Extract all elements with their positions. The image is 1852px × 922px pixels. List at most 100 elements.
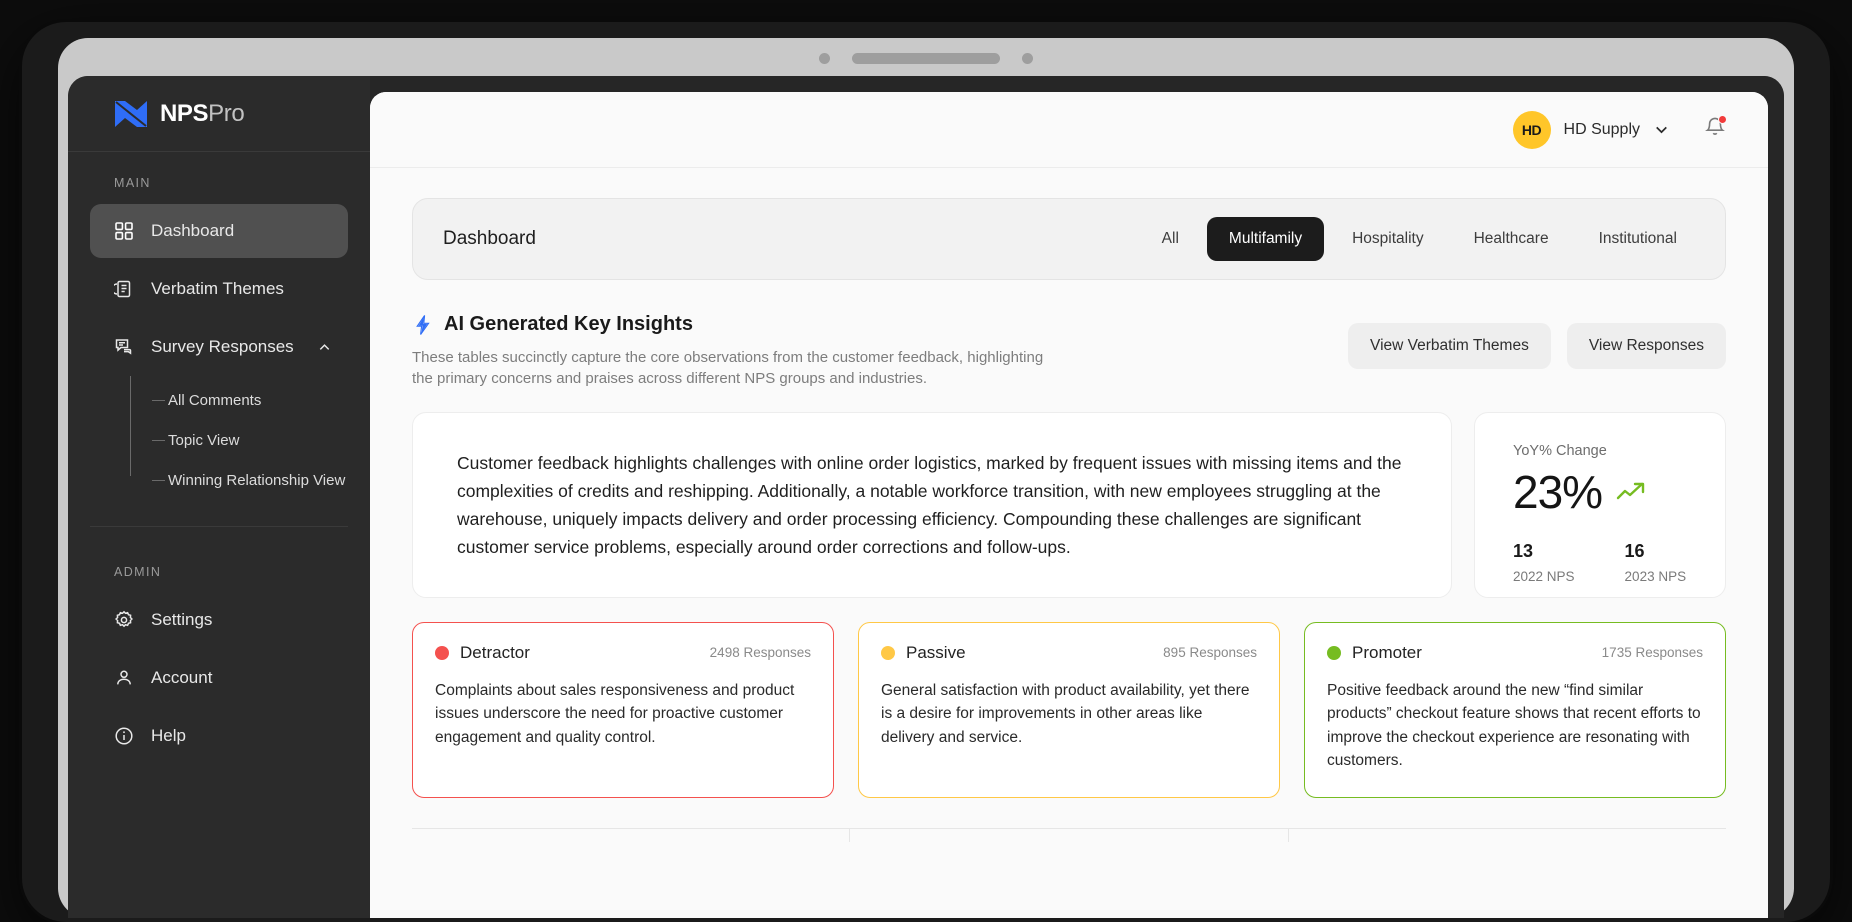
view-responses-button[interactable]: View Responses xyxy=(1566,323,1726,369)
brand-name-bold: NPS xyxy=(160,99,209,127)
nps-card-name: Detractor xyxy=(460,642,530,662)
org-switcher[interactable]: HD HD Supply xyxy=(1512,110,1670,149)
sidebar-item-label: Help xyxy=(151,726,186,745)
nps-card-text: General satisfaction with product availa… xyxy=(881,681,1250,746)
sidebar-subitem-all-comments[interactable]: All Comments xyxy=(152,380,348,420)
stat-curr-label: 2023 NPS xyxy=(1624,568,1687,584)
divider-cell xyxy=(1289,829,1726,842)
stat-value-row: 23% xyxy=(1513,465,1725,519)
nps-card-text: Positive feedback around the new “find s… xyxy=(1327,681,1701,770)
nps-card-header: Passive 895 Responses xyxy=(881,643,1257,663)
main-section-label: MAIN xyxy=(114,176,151,190)
sidebar-item-settings[interactable]: Settings xyxy=(90,593,348,647)
tab-institutional[interactable]: Institutional xyxy=(1577,217,1699,261)
page-content: Dashboard All Multifamily Hospitality He… xyxy=(370,168,1768,918)
nps-card-count: 2498 Responses xyxy=(709,645,811,661)
nps-card-header: Promoter 1735 Responses xyxy=(1327,643,1703,663)
avatar: HD xyxy=(1512,110,1551,149)
app-screen: NPSPro MAIN Dashboard Verbatim Themes Su… xyxy=(68,76,1784,918)
tab-hospitality[interactable]: Hospitality xyxy=(1330,217,1446,261)
divider-cell xyxy=(412,828,851,842)
stat-label: YoY% Change xyxy=(1513,442,1607,459)
brand-logo[interactable]: NPSPro xyxy=(68,76,370,152)
sidebar-subitem-topic-view[interactable]: Topic View xyxy=(152,420,348,460)
sidebar-item-help[interactable]: Help xyxy=(90,709,348,763)
summary-text: Customer feedback highlights challenges … xyxy=(457,452,1402,557)
promoter-status-dot xyxy=(1327,645,1341,660)
page-title: Dashboard xyxy=(443,228,536,249)
tab-multifamily[interactable]: Multifamily xyxy=(1206,217,1325,261)
notifications-button[interactable] xyxy=(1704,115,1727,143)
insights-title-row: AI Generated Key Insights xyxy=(412,313,1052,336)
nps-card-title-group: Detractor xyxy=(435,643,530,663)
nps-card-title-group: Passive xyxy=(881,643,966,663)
dashboard-tab-card: Dashboard All Multifamily Hospitality He… xyxy=(412,198,1726,280)
sidebar-item-dashboard[interactable]: Dashboard xyxy=(90,204,348,258)
yoy-stat-card: YoY% Change 23% 13 2022 NPS 16 2023 NPS xyxy=(1474,411,1726,598)
brand-text: NPSPro xyxy=(160,99,245,128)
subitem-label: Topic View xyxy=(168,431,240,449)
document-icon xyxy=(114,280,131,298)
device-top-bar xyxy=(58,38,1794,78)
insights-header-text: AI Generated Key Insights These tables s… xyxy=(412,313,1052,390)
insights-header: AI Generated Key Insights These tables s… xyxy=(412,313,1726,390)
stat-compare-row: 13 2022 NPS 16 2023 NPS xyxy=(1513,541,1725,584)
nps-card-header: Detractor 2498 Responses xyxy=(435,643,811,663)
summary-row: Customer feedback highlights challenges … xyxy=(412,411,1726,598)
topbar: HD HD Supply xyxy=(370,92,1768,168)
admin-section-label: ADMIN xyxy=(114,565,162,579)
stat-prev: 13 2022 NPS xyxy=(1513,541,1575,584)
sidebar-subitem-winning-relationship-view[interactable]: Winning Relationship View xyxy=(152,460,348,500)
grid-icon xyxy=(115,222,133,240)
sidebar: NPSPro MAIN Dashboard Verbatim Themes Su… xyxy=(68,76,370,918)
sidebar-item-label: Verbatim Themes xyxy=(151,279,284,298)
next-section-divider xyxy=(412,827,1726,842)
comments-icon xyxy=(115,339,132,355)
org-name: HD Supply xyxy=(1563,120,1640,138)
admin-nav-section: ADMIN Settings Account Help xyxy=(68,527,370,767)
detractor-status-dot xyxy=(435,645,449,660)
summary-card: Customer feedback highlights challenges … xyxy=(412,411,1452,598)
chevron-down-icon xyxy=(1656,126,1667,134)
nps-card-passive: Passive 895 Responses General satisfacti… xyxy=(858,621,1280,798)
sidebar-item-label: Dashboard xyxy=(151,221,235,240)
insights-subtitle: These tables succinctly capture the core… xyxy=(412,349,1044,388)
nps-card-name: Promoter xyxy=(1352,642,1422,662)
user-icon xyxy=(117,670,131,685)
page-surface: HD HD Supply Dashboard All Multifamily H… xyxy=(370,92,1768,918)
sidebar-item-label: Account xyxy=(151,668,213,687)
nps-card-promoter: Promoter 1735 Responses Positive feedbac… xyxy=(1304,621,1726,798)
speaker-grille xyxy=(852,52,1000,64)
nps-cards-row: Detractor 2498 Responses Complaints abou… xyxy=(412,621,1726,798)
device-bezel: NPSPro MAIN Dashboard Verbatim Themes Su… xyxy=(58,38,1794,918)
insights-title: AI Generated Key Insights xyxy=(444,313,693,335)
main-nav-section: MAIN Dashboard Verbatim Themes Survey Re… xyxy=(68,152,370,500)
info-icon xyxy=(115,727,133,745)
sidebar-item-survey-responses[interactable]: Survey Responses xyxy=(90,320,348,374)
nps-card-detractor: Detractor 2498 Responses Complaints abou… xyxy=(412,621,834,798)
sidebar-item-label: Survey Responses xyxy=(151,337,294,356)
tab-all[interactable]: All xyxy=(1140,217,1201,261)
tab-healthcare[interactable]: Healthcare xyxy=(1452,217,1571,261)
passive-status-dot xyxy=(881,645,895,660)
view-verbatim-themes-button[interactable]: View Verbatim Themes xyxy=(1348,323,1551,369)
lightning-bolt-icon xyxy=(416,314,430,335)
npspro-logo-icon xyxy=(115,100,147,127)
nps-card-text: Complaints about sales responsiveness an… xyxy=(435,681,795,746)
nps-card-count: 1735 Responses xyxy=(1601,645,1703,661)
gear-icon xyxy=(115,610,133,628)
nps-card-title-group: Promoter xyxy=(1327,643,1422,663)
trend-up-icon xyxy=(1616,482,1645,499)
camera-dot-right xyxy=(1022,52,1033,64)
subitem-label: All Comments xyxy=(168,391,262,409)
main-area: HD HD Supply Dashboard All Multifamily H… xyxy=(370,76,1784,918)
camera-dot-left xyxy=(819,52,830,64)
stat-value: 23% xyxy=(1513,465,1603,518)
stat-prev-value: 13 xyxy=(1513,540,1534,561)
brand-name-light: Pro xyxy=(208,99,245,127)
sidebar-item-verbatim-themes[interactable]: Verbatim Themes xyxy=(90,262,348,316)
sidebar-item-account[interactable]: Account xyxy=(90,651,348,705)
notification-badge xyxy=(1718,115,1727,124)
stat-curr-value: 16 xyxy=(1624,540,1645,561)
insights-actions: View Verbatim Themes View Responses xyxy=(1348,313,1726,369)
